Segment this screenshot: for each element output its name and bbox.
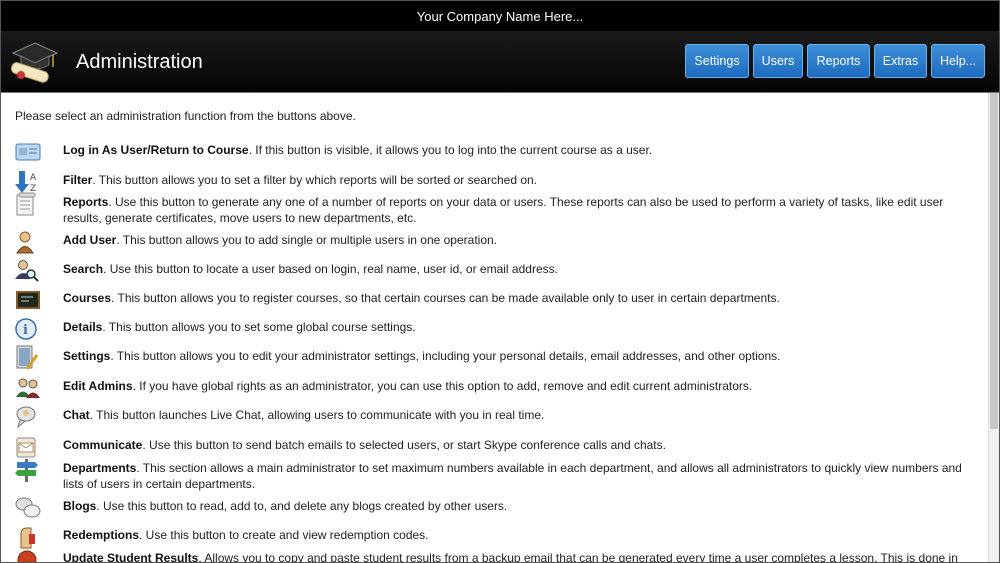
intro-text: Please select an administration function… [15,109,356,123]
update-results-icon [15,547,45,562]
svg-text:A: A [30,173,37,183]
item-name: Departments [63,461,137,475]
list-item: Departments. This section allows a main … [15,459,975,492]
reports-button[interactable]: Reports [807,44,870,78]
item-desc: . Use this button to send batch emails t… [142,438,666,452]
admins-icon [15,375,45,401]
item-desc: . Use this button to create and view red… [139,528,429,542]
list-item: Log in As User/Return to Course. If this… [15,143,975,165]
top-nav: Settings Users Reports Extras Help... [685,44,985,78]
list-item: i Details. This button allows you to set… [15,318,975,342]
login-card-icon [15,139,45,165]
item-name: Chat [63,408,90,422]
item-name: Search [63,262,104,276]
item-desc: . Use this button to read, add to, and d… [96,499,508,513]
item-desc: . This button allows you to register cou… [111,291,780,305]
list-item: Courses. This button allows you to regis… [15,291,975,313]
settings-edit-icon [15,345,45,371]
item-desc: . This button allows you to add single o… [116,233,498,247]
item-desc: . If this button is visible, it allows y… [248,143,653,157]
item-name: Settings [63,349,111,363]
item-desc: . This section allows a main administrat… [63,461,962,491]
list-item: Redemptions. Use this button to create a… [15,527,975,550]
item-name: Update Student Results [63,551,199,562]
info-icon: i [15,316,45,342]
item-name: Courses [63,291,112,305]
item-name: Filter [63,173,93,187]
item-desc: . Use this button to locate a user based… [103,262,558,276]
settings-button[interactable]: Settings [685,44,749,78]
reports-icon [15,191,45,217]
item-name: Communicate [63,438,143,452]
list-item: Edit Admins. If you have global rights a… [15,378,975,401]
help-button[interactable]: Help... [931,44,985,78]
main-content: Please select an administration function… [1,93,989,562]
search-user-icon [15,258,45,284]
item-name: Add User [63,233,117,247]
list-item: Blogs. Use this button to read, add to, … [15,497,975,521]
header: Administration Settings Users Reports Ex… [1,31,999,93]
item-name: Reports [63,195,109,209]
item-name: Redemptions [63,528,140,542]
list-item: Chat. This button launches Live Chat, al… [15,406,975,430]
item-name: Blogs [63,499,97,513]
vertical-scrollbar[interactable] [988,93,999,562]
item-desc: . Allows you to copy and paste student r… [198,551,958,562]
item-name: Edit Admins [63,379,133,393]
item-desc: . Use this button to generate any one of… [63,195,944,225]
item-name: Log in As User/Return to Course [63,143,249,157]
svg-text:i: i [23,323,28,338]
item-name: Details [63,320,103,334]
chat-icon [15,404,45,430]
list-item: AZ Filter. This button allows you to set… [15,171,975,195]
users-button[interactable]: Users [753,44,803,78]
list-item: Update Student Results. Allows you to co… [15,550,975,562]
list-item: Communicate. Use this button to send bat… [15,437,975,460]
company-name: Your Company Name Here... [416,8,584,24]
app-window: Your Company Name Here... Administration… [0,0,1000,563]
company-bar: Your Company Name Here... [1,1,999,31]
item-desc: . This button allows you to set a filter… [92,173,538,187]
extras-button[interactable]: Extras [874,44,927,78]
list-item: Search. Use this button to locate a user… [15,260,975,284]
item-desc: . If you have global rights as an admini… [132,379,753,393]
list-item: Add User. This button allows you to add … [15,231,975,255]
item-desc: . This button launches Live Chat, allowi… [89,408,545,422]
list-item: Settings. This button allows you to edit… [15,345,975,371]
signpost-icon [15,457,45,483]
list-item: Reports. Use this button to generate any… [15,192,975,226]
graduation-cap-icon [10,42,59,83]
scrollbar-thumb[interactable] [990,93,998,429]
blogs-icon [15,495,45,521]
add-user-icon [15,229,45,255]
item-desc: . This button allows you to set some glo… [102,320,416,334]
item-desc: . This button allows you to edit your ad… [110,349,781,363]
courses-icon [15,287,45,313]
page-title: Administration [76,51,203,73]
